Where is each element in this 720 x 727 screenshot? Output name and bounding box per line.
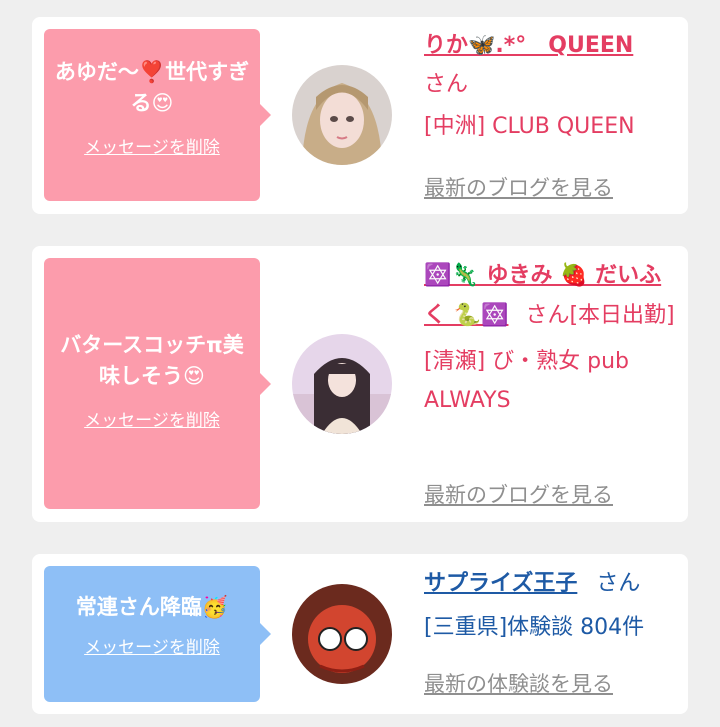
shop-name: [清瀬] び・熟女 pub ALWAYS: [424, 349, 630, 413]
sender-info: サプライズ王子 さん [三重県]体験談 804件 最新の体験談を見る: [424, 564, 680, 704]
avatar[interactable]: [292, 65, 392, 165]
message-card: バタースコッチπ美味しそう😍 メッセージを削除 🔯🦎 ゆきみ 🍓 だいふく 🐍🔯…: [32, 246, 688, 522]
message-text: あゆだ〜❣️世代すぎる😍: [54, 60, 250, 115]
message-bubble: バタースコッチπ美味しそう😍 メッセージを削除: [44, 258, 271, 509]
message-bubble: あゆだ〜❣️世代すぎる😍 メッセージを削除: [44, 29, 271, 201]
honorific: さん: [596, 571, 641, 596]
delete-message-button[interactable]: メッセージを削除: [84, 633, 220, 658]
message-bubble: 常連さん降臨🥳 メッセージを削除: [44, 566, 271, 702]
sender-info: りか🦋.*° QUEEN さん [中洲] CLUB QUEEN 最新のブログを見…: [424, 27, 680, 207]
honorific: さん: [424, 72, 469, 97]
latest-blog-link[interactable]: 最新のブログを見る: [424, 475, 613, 515]
delete-message-button[interactable]: メッセージを削除: [84, 406, 220, 431]
shop-name: [中洲] CLUB QUEEN: [424, 114, 635, 139]
delete-message-button[interactable]: メッセージを削除: [84, 133, 220, 158]
sender-name-link[interactable]: りか🦋.*° QUEEN: [424, 33, 633, 58]
avatar[interactable]: [292, 584, 392, 684]
honorific: さん[本日出勤]: [525, 303, 675, 328]
message-card: あゆだ〜❣️世代すぎる😍 メッセージを削除 りか🦋.*° QUEEN さん [中…: [32, 17, 688, 214]
latest-review-link[interactable]: 最新の体験談を見る: [424, 664, 613, 704]
latest-blog-link[interactable]: 最新のブログを見る: [424, 168, 613, 208]
message-text: 常連さん降臨🥳: [75, 595, 229, 619]
sender-name-link[interactable]: サプライズ王子: [424, 571, 577, 596]
sender-info: 🔯🦎 ゆきみ 🍓 だいふく 🐍🔯 さん[本日出勤] [清瀬] び・熟女 pub …: [424, 256, 680, 516]
message-text: バタースコッチπ美味しそう😍: [60, 333, 244, 388]
avatar[interactable]: [292, 334, 392, 434]
shop-name: [三重県]体験談 804件: [424, 615, 645, 640]
message-card: 常連さん降臨🥳 メッセージを削除 サプライズ王子 さん [三重県]体験談 804…: [32, 554, 688, 714]
